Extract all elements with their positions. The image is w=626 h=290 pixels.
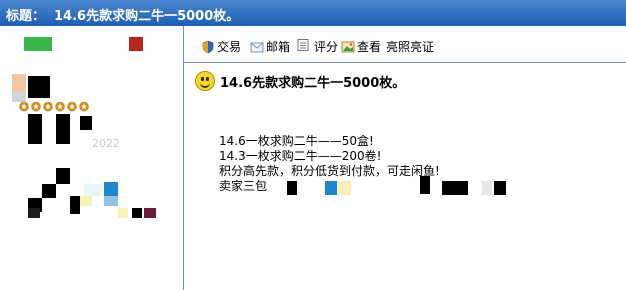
censor-block xyxy=(420,176,430,194)
censor-block xyxy=(325,181,337,195)
toolbar-mailbox-label: 邮箱 xyxy=(266,40,291,54)
censor-block xyxy=(442,181,468,195)
censor-block xyxy=(80,116,92,130)
censor-block xyxy=(104,196,118,206)
censor-block xyxy=(494,181,506,195)
panel-divider xyxy=(183,26,184,290)
document-icon xyxy=(297,39,309,51)
censor-block xyxy=(129,37,143,51)
post-toolbar: 交易 邮箱 评分 查看 亮照亮证 xyxy=(184,26,626,62)
censor-block xyxy=(287,181,297,195)
censor-block xyxy=(84,184,102,196)
star-icon: ✪ xyxy=(30,100,42,114)
censor-block xyxy=(24,37,52,51)
toolbar-rate[interactable]: 评分 xyxy=(314,38,338,55)
post-subject-text: 14.6先款求购二牛一5000枚。 xyxy=(220,75,406,91)
toolbar-verify-label: 亮照亮证 xyxy=(386,40,435,54)
censor-block xyxy=(28,76,50,98)
toolbar-mailbox[interactable]: 邮箱 xyxy=(250,38,290,55)
post-title: 14.6先款求购二牛一5000枚。 xyxy=(54,9,240,24)
censor-block xyxy=(28,114,42,144)
censor-block xyxy=(42,130,56,144)
censor-block xyxy=(42,184,56,198)
censor-block xyxy=(80,196,92,206)
toolbar-trade[interactable]: 交易 xyxy=(201,38,241,55)
star-icon: ✪ xyxy=(66,100,78,114)
faint-text: 2022 xyxy=(92,137,120,150)
star-icon: ✪ xyxy=(42,100,54,114)
censor-block xyxy=(118,208,128,218)
shield-icon xyxy=(202,40,214,53)
censor-block xyxy=(70,196,80,214)
toolbar-view-label: 查看 xyxy=(357,40,382,54)
toolbar-document[interactable] xyxy=(296,38,312,52)
censor-block xyxy=(56,168,70,184)
censor-block xyxy=(144,208,156,218)
toolbar-verify[interactable]: 亮照亮证 xyxy=(386,38,434,55)
picture-icon xyxy=(341,41,355,52)
post-line: 14.3一枚求购二牛——200卷! xyxy=(219,149,382,163)
toolbar-rate-label: 评分 xyxy=(314,40,339,54)
censor-block xyxy=(482,181,492,195)
censor-block xyxy=(28,208,40,218)
post-line: 积分高先款，积分低货到付款，可走闲鱼! xyxy=(219,164,440,178)
censor-block xyxy=(337,181,351,195)
user-profile-panel xyxy=(0,26,184,290)
star-icon: ✪ xyxy=(18,100,30,114)
censor-block xyxy=(12,74,26,92)
title-label: 标题： xyxy=(6,9,46,24)
toolbar-separator xyxy=(184,62,626,63)
post-subject: 14.6先款求购二牛一5000枚。 xyxy=(195,71,405,91)
smiley-icon xyxy=(195,71,215,91)
toolbar-view[interactable]: 查看 xyxy=(341,38,381,55)
censor-block xyxy=(56,114,70,144)
toolbar-trade-label: 交易 xyxy=(217,40,242,54)
star-icon: ✪ xyxy=(54,100,66,114)
envelope-icon xyxy=(250,42,264,52)
star-icon: ✪ xyxy=(78,100,90,114)
post-line: 14.6一枚求购二牛——50盒! xyxy=(219,134,374,148)
post-title-bar: 标题： 14.6先款求购二牛一5000枚。 xyxy=(0,0,626,26)
user-rank-stars: ✪ ✪ ✪ ✪ ✪ ✪ xyxy=(18,101,90,113)
censor-block xyxy=(104,182,118,196)
censor-block xyxy=(132,208,142,218)
